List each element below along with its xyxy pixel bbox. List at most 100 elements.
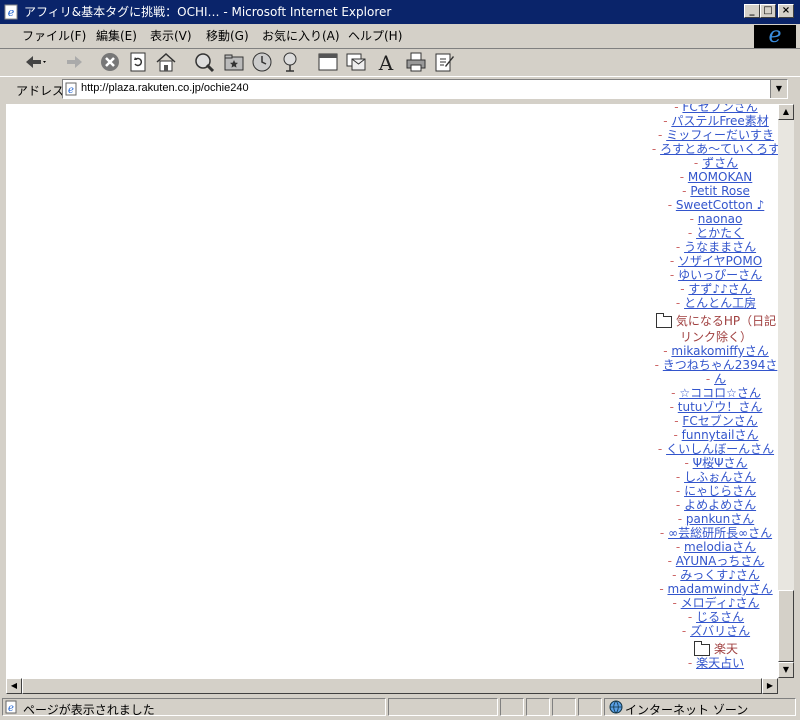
link[interactable]: うなままさん <box>684 240 756 254</box>
list-item[interactable]: - FCセブンさん <box>646 104 778 114</box>
link[interactable]: FCセブンさん <box>682 414 757 428</box>
list-item[interactable]: - しふぉんさん <box>646 470 778 484</box>
link[interactable]: ソザイヤPOMO <box>678 254 762 268</box>
favorites-folder-icon[interactable] <box>222 50 246 74</box>
list-item[interactable]: - にゃじらさん <box>646 484 778 498</box>
link[interactable]: FCセブンさん <box>682 104 757 114</box>
link[interactable]: melodiaさん <box>684 540 756 554</box>
menu-view[interactable]: 表示(V) <box>150 28 192 44</box>
link[interactable]: 楽天占い <box>696 656 744 670</box>
history-icon[interactable] <box>250 50 274 74</box>
link[interactable]: メロディ♪さん <box>681 596 760 610</box>
list-item[interactable]: - みっくす♪さん <box>646 568 778 582</box>
list-item[interactable]: - じるさん <box>646 610 778 624</box>
forward-arrow-icon[interactable] <box>62 50 86 74</box>
list-item[interactable]: - メロディ♪さん <box>646 596 778 610</box>
list-item[interactable]: - ずさん <box>646 156 778 170</box>
maximize-button[interactable]: □ <box>760 4 776 18</box>
list-item[interactable]: - pankunさん <box>646 512 778 526</box>
link[interactable]: くいしんぼーんさん <box>666 442 774 456</box>
vertical-scrollbar[interactable]: ▲ ▼ <box>778 104 794 678</box>
link[interactable]: ∞芸総研所長∞さん <box>668 526 772 540</box>
link[interactable]: よめよめさん <box>684 498 756 512</box>
menu-edit[interactable]: 編集(E) <box>96 28 137 44</box>
link[interactable]: mikakomiffyさん <box>671 344 768 358</box>
list-item[interactable]: - ∞芸総研所長∞さん <box>646 526 778 540</box>
address-field[interactable]: e http://plaza.rakuten.co.jp/ochie240 ▼ <box>62 79 788 99</box>
link[interactable]: ミッフィーだいすき <box>666 128 774 142</box>
address-dropdown-icon[interactable]: ▼ <box>770 80 787 98</box>
link[interactable]: とかたく <box>696 226 744 240</box>
home-icon[interactable] <box>154 50 178 74</box>
link[interactable]: みっくす♪さん <box>680 568 760 582</box>
link[interactable]: すず♪♪さん <box>688 282 751 296</box>
list-item[interactable]: - AYUNAっちさん <box>646 554 778 568</box>
link[interactable]: じるさん <box>696 610 744 624</box>
scroll-right-icon[interactable]: ▶ <box>762 678 778 694</box>
list-item[interactable]: - くいしんぼーんさん <box>646 442 778 456</box>
refresh-icon[interactable] <box>126 50 150 74</box>
link[interactable]: ☆ココロ☆さん <box>679 386 761 400</box>
list-item[interactable]: - tutuゾウ！さん <box>646 400 778 414</box>
list-item[interactable]: - funnytailさん <box>646 428 778 442</box>
link[interactable]: ズバリさん <box>690 624 750 638</box>
link[interactable]: Ψ桜Ψさん <box>693 456 748 470</box>
scroll-left-icon[interactable]: ◀ <box>6 678 22 694</box>
scroll-up-icon[interactable]: ▲ <box>778 104 794 120</box>
list-item[interactable]: - Ψ桜Ψさん <box>646 456 778 470</box>
list-item[interactable]: - よめよめさん <box>646 498 778 512</box>
channels-icon[interactable] <box>278 50 302 74</box>
list-item[interactable]: - ☆ココロ☆さん <box>646 386 778 400</box>
list-item[interactable]: - Petit Rose <box>646 184 778 198</box>
link[interactable]: tutuゾウ！さん <box>678 400 763 414</box>
horizontal-scrollbar[interactable]: ◀ ▶ <box>6 678 778 694</box>
link[interactable]: きつねちゃん2394さ <box>663 358 778 372</box>
link[interactable]: madamwindyさん <box>667 582 772 596</box>
link[interactable]: パステルFree素材 <box>671 114 768 128</box>
font-size-icon[interactable]: A <box>374 50 398 75</box>
link[interactable]: funnytailさん <box>682 428 759 442</box>
link[interactable]: SweetCotton ♪ <box>676 198 764 212</box>
list-item[interactable]: - とかたく <box>646 226 778 240</box>
vertical-scroll-thumb[interactable] <box>778 590 794 662</box>
fullscreen-icon[interactable] <box>316 50 340 74</box>
list-item[interactable]: - madamwindyさん <box>646 582 778 596</box>
list-item[interactable]: - SweetCotton ♪ <box>646 198 778 212</box>
list-item[interactable]: - きつねちゃん2394さ <box>646 358 778 372</box>
back-arrow-icon[interactable] <box>22 50 46 74</box>
list-item[interactable]: - 楽天占い <box>646 656 778 670</box>
list-item[interactable]: - ソザイヤPOMO <box>646 254 778 268</box>
list-item[interactable]: - naonao <box>646 212 778 226</box>
link[interactable]: Petit Rose <box>690 184 750 198</box>
menu-favorites[interactable]: お気に入り(A) <box>262 28 340 44</box>
list-item[interactable]: - ミッフィーだいすき <box>646 128 778 142</box>
menu-file[interactable]: ファイル(F) <box>22 28 86 44</box>
search-icon[interactable] <box>192 50 216 74</box>
list-item[interactable]: - melodiaさん <box>646 540 778 554</box>
link[interactable]: にゃじらさん <box>684 484 756 498</box>
menu-help[interactable]: ヘルプ(H) <box>348 28 402 44</box>
link[interactable]: ゆいっぴーさん <box>678 268 762 282</box>
link[interactable]: ん <box>714 372 726 386</box>
minimize-button[interactable]: _ <box>744 4 760 18</box>
horizontal-scroll-thumb[interactable] <box>22 678 762 694</box>
list-item[interactable]: - パステルFree素材 <box>646 114 778 128</box>
edit-icon[interactable] <box>432 50 456 74</box>
print-icon[interactable] <box>404 50 428 74</box>
list-item[interactable]: - うなままさん <box>646 240 778 254</box>
list-item[interactable]: - とんとん工房 <box>646 296 778 310</box>
link[interactable]: pankunさん <box>686 512 754 526</box>
link[interactable]: AYUNAっちさん <box>676 554 765 568</box>
scroll-down-icon[interactable]: ▼ <box>778 662 794 678</box>
link[interactable]: しふぉんさん <box>684 470 756 484</box>
mail-icon[interactable] <box>344 50 368 74</box>
link[interactable]: ろすとあ～ていくろす <box>660 142 778 156</box>
list-item[interactable]: - ズバリさん <box>646 624 778 638</box>
menu-go[interactable]: 移動(G) <box>206 28 249 44</box>
list-item[interactable]: - mikakomiffyさん <box>646 344 778 358</box>
close-button[interactable]: × <box>778 4 794 18</box>
address-url[interactable]: http://plaza.rakuten.co.jp/ochie240 <box>81 82 249 94</box>
link[interactable]: naonao <box>698 212 743 226</box>
list-item[interactable]: - FCセブンさん <box>646 414 778 428</box>
list-item[interactable]: - ろすとあ～ていくろす <box>646 142 778 156</box>
